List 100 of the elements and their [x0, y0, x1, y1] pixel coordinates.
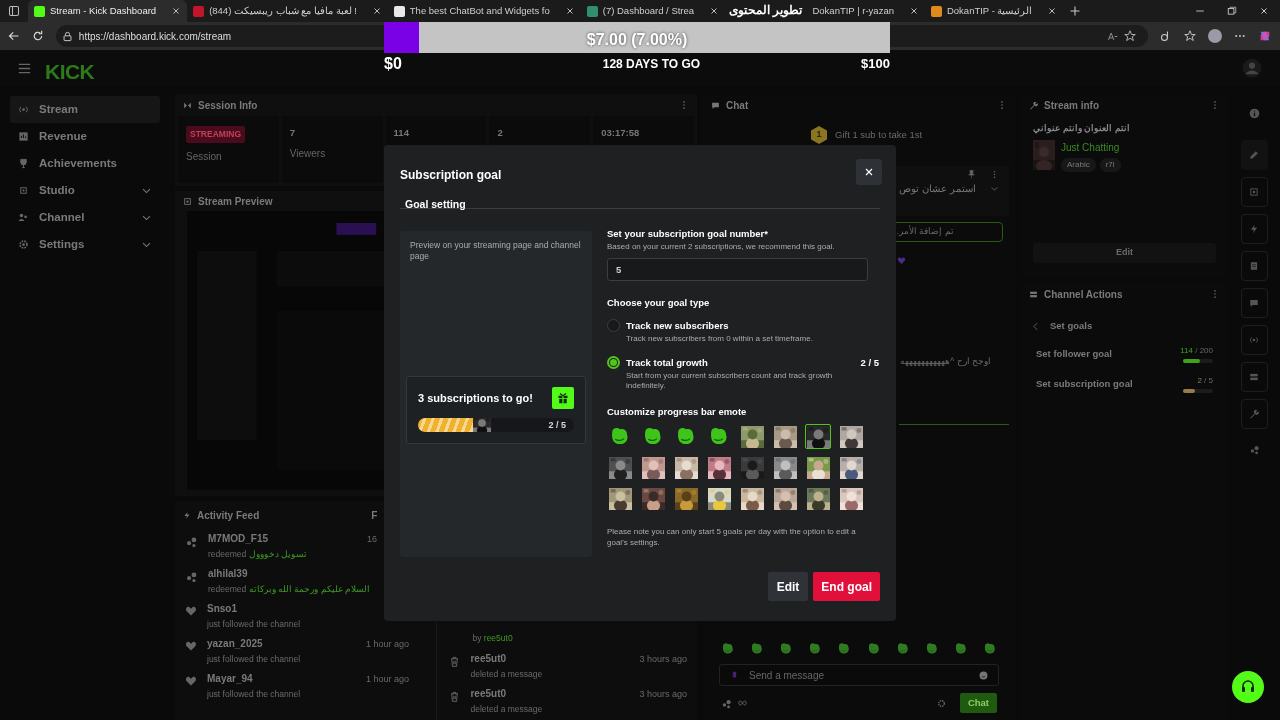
close-button[interactable] — [856, 159, 882, 185]
emote-option[interactable] — [805, 455, 831, 481]
sidebar-item[interactable]: Settings — [10, 231, 160, 258]
restore-icon[interactable] — [1227, 6, 1237, 16]
reload-icon[interactable] — [31, 30, 44, 42]
support-button[interactable] — [1232, 671, 1264, 703]
close-icon[interactable] — [1259, 6, 1269, 16]
site-info-icon — [61, 30, 73, 42]
emote-icon — [924, 642, 939, 656]
rail-button[interactable] — [1240, 251, 1268, 281]
bubbles-icon — [185, 535, 198, 548]
kick-logo[interactable]: KICK — [45, 60, 95, 82]
tag-chip[interactable]: r7l — [1099, 157, 1121, 172]
copilot-icon[interactable] — [1258, 29, 1272, 43]
channel-icon — [18, 212, 29, 223]
close-icon[interactable] — [1047, 6, 1058, 16]
close-icon[interactable] — [709, 6, 720, 16]
actions-icon — [1249, 372, 1259, 382]
new-tab-icon[interactable] — [1069, 5, 1082, 17]
rail-button[interactable] — [1240, 362, 1268, 392]
edit-button[interactable]: Edit — [1033, 243, 1216, 263]
goal-action-link[interactable]: Set follower goal — [1036, 346, 1112, 362]
filter-label[interactable]: F — [371, 507, 378, 523]
emote-option[interactable] — [739, 424, 765, 450]
activity-text: deleted a message — [470, 668, 543, 681]
emote-option[interactable] — [739, 486, 765, 512]
sidebar-label: Stream — [39, 101, 78, 117]
message-input[interactable]: Send a message — [749, 667, 969, 683]
sidebar-item[interactable]: Studio — [10, 177, 160, 204]
settings-icon[interactable] — [936, 698, 946, 708]
menu-icon[interactable] — [18, 61, 31, 75]
category-link[interactable]: Just Chatting — [1061, 139, 1121, 155]
stat-value: 114 — [393, 126, 410, 140]
emote-option[interactable] — [838, 424, 864, 450]
emoji-icon[interactable] — [979, 670, 988, 680]
stat-label: Viewers — [289, 147, 327, 162]
emote-icon — [866, 642, 881, 656]
emote-option[interactable] — [673, 486, 699, 512]
time-text: 1 hour ago — [366, 673, 410, 686]
browser-tab[interactable]: (7) Dashboard / Strea — [580, 0, 726, 22]
close-icon[interactable] — [171, 6, 182, 16]
close-icon[interactable] — [908, 6, 919, 16]
studio-icon — [18, 185, 29, 196]
browser-tab[interactable]: DokanTIP - الرئيسية — [924, 0, 1064, 22]
star-icon[interactable] — [1124, 30, 1137, 42]
emote-option[interactable] — [805, 486, 831, 512]
bolt-icon — [183, 510, 191, 520]
favorites-icon[interactable] — [1184, 30, 1197, 42]
goal-amount: $7.00 (7.00%) — [585, 30, 689, 50]
url-text: https://dashboard.kick.com/stream — [78, 29, 232, 44]
bubbles-icon[interactable] — [721, 697, 732, 709]
end-goal-button[interactable]: End goal — [813, 572, 880, 601]
emote-option[interactable] — [805, 424, 831, 450]
sidebar-item[interactable]: Channel — [10, 204, 160, 231]
info-icon[interactable] — [1248, 108, 1260, 119]
emote-option[interactable] — [838, 455, 864, 481]
emote-option[interactable] — [772, 486, 798, 512]
user-name: M7MOD_F15 — [208, 532, 268, 546]
emote-option[interactable] — [772, 455, 798, 481]
sidebar-item[interactable]: Stream — [10, 96, 160, 123]
trash-icon — [449, 656, 461, 667]
emote-option[interactable] — [772, 424, 798, 450]
sidebar-item[interactable]: Achievements — [10, 150, 160, 177]
emote-option[interactable] — [838, 486, 864, 512]
bubbles-icon[interactable] — [1248, 444, 1260, 455]
profile-avatar[interactable] — [1208, 29, 1223, 43]
emote-option[interactable] — [640, 486, 666, 512]
back-link[interactable]: Set goals — [1021, 313, 1103, 339]
panel-title: Channel Actions — [1044, 287, 1123, 302]
emote-icon — [837, 642, 852, 656]
emote-option[interactable] — [706, 455, 732, 481]
headset-icon — [1240, 679, 1256, 695]
goal-action-link[interactable]: Set subscription goal — [1036, 376, 1133, 392]
browser-tab[interactable]: Stream - Kick Dashboard — [28, 0, 188, 22]
goal-count: 2 / 5 — [1197, 375, 1213, 387]
session-icon — [183, 100, 192, 110]
message-field[interactable]: Send a message — [719, 664, 999, 686]
browser-tab[interactable]: (844) لعبة مافيا مع شباب ريبسيكت ! — [187, 0, 388, 22]
chat-button[interactable]: Chat — [959, 693, 997, 713]
back-icon[interactable] — [8, 30, 20, 42]
tag-chip[interactable]: Arabic — [1061, 157, 1096, 172]
goal-number-field[interactable]: 5 — [607, 258, 868, 282]
edit-button[interactable]: Edit — [767, 572, 809, 601]
sidebar-item[interactable]: Revenue — [10, 123, 160, 150]
browser-tab[interactable]: The best ChatBot and Widgets fo — [387, 0, 581, 22]
browser-tab[interactable]: DokanTIP | r-yazan — [806, 0, 925, 22]
emote-option[interactable] — [706, 486, 732, 512]
heart-icon — [185, 605, 197, 617]
close-icon[interactable] — [371, 6, 382, 16]
rail-button[interactable] — [1240, 288, 1268, 318]
activity-text: just followed the channel — [207, 688, 301, 701]
preview-icon — [1249, 187, 1259, 197]
dialog-tab[interactable]: Goal setting — [405, 197, 466, 213]
close-icon[interactable] — [564, 6, 575, 16]
notice-text: تم إضافة الأمر. — [896, 225, 954, 239]
emote-option[interactable] — [607, 486, 633, 512]
rank-badge: 1 — [811, 126, 827, 144]
goal-count: 114 / 200 — [1180, 345, 1213, 357]
pin-icon[interactable] — [967, 170, 976, 179]
read-aloud-icon[interactable] — [1107, 30, 1119, 42]
